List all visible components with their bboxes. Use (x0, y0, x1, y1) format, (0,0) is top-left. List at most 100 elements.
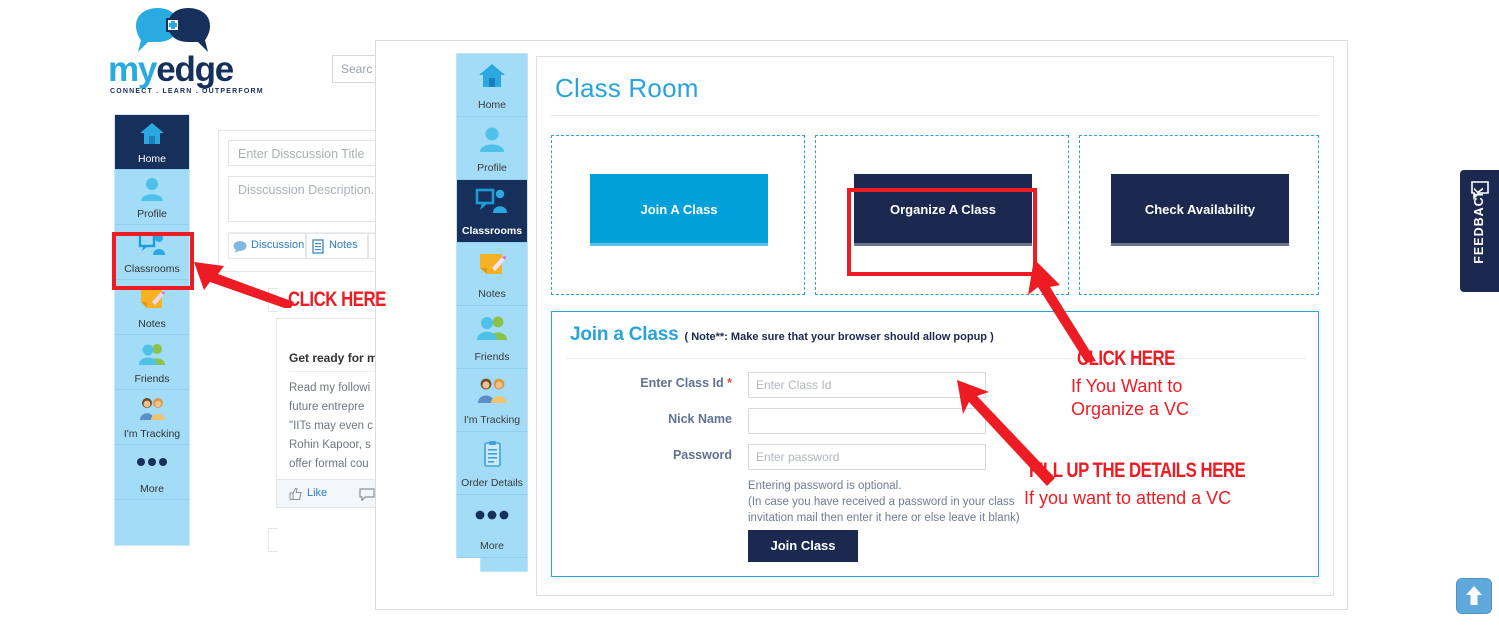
annotation-click-here-classrooms: CLICK HERE (288, 288, 386, 311)
logo-wordmark: myedge (108, 52, 278, 87)
sidebar-item-label: Order Details (461, 477, 523, 489)
class-id-input[interactable]: Enter Class Id (748, 372, 986, 398)
tab-discussion-label: Discussion (251, 239, 305, 251)
form-note: ( Note**: Make sure that your browser sh… (684, 331, 994, 343)
annotation-fill-details-sub: If you want to attend a VC (1024, 488, 1232, 508)
join-a-class-button[interactable]: Join A Class (590, 174, 768, 246)
check-availability-button[interactable]: Check Availability (1111, 174, 1289, 246)
search-placeholder: Searc (341, 62, 373, 76)
sidebar-item-home[interactable]: Home (457, 54, 527, 117)
join-a-class-form: Join a Class ( Note**: Make sure that you… (551, 311, 1319, 577)
scroll-to-top-button[interactable] (1456, 578, 1492, 614)
annotation-organize-line2: Organize a VC (1071, 399, 1190, 419)
highlight-ring-classrooms (112, 232, 194, 290)
clipboard-icon (457, 440, 527, 470)
comment-icon (359, 488, 375, 501)
sidebar-item-label: Home (137, 153, 166, 165)
notes-pencil-icon (457, 251, 527, 281)
notes-pencil-icon (115, 286, 189, 314)
sidebar-item-label: Notes (478, 288, 506, 300)
ellipsis-icon (457, 503, 527, 533)
page-title: Class Room (555, 73, 699, 103)
ellipsis-icon (115, 451, 189, 479)
class-id-label: Enter Class Id * (640, 376, 732, 390)
highlight-ring-organize (847, 188, 1037, 276)
home-icon (115, 121, 189, 149)
sidebar-footer-tab (480, 558, 528, 572)
sidebar-item-order-details[interactable]: Order Details (457, 432, 527, 495)
sidebar-item-label: Home (477, 99, 506, 111)
form-divider (566, 358, 1306, 359)
sidebar-item-more[interactable]: More (457, 495, 527, 558)
classroom-icon (457, 188, 527, 218)
classroom-card: Class Room Join A Class Organize A Class… (536, 56, 1334, 596)
discussion-title-placeholder: Enter Disscussion Title (238, 147, 365, 161)
help-line-2: (In case you have received a password in… (748, 496, 1015, 508)
sidebar-item-profile[interactable]: Profile (457, 117, 527, 180)
sidebar-item-friends[interactable]: Friends (457, 306, 527, 369)
form-heading: Join a Class (570, 324, 679, 345)
field-row-nick-name: Nick Name (552, 408, 1312, 434)
feedback-label: FEEDBACK (1472, 186, 1486, 264)
sidebar-item-classrooms[interactable]: Classrooms (457, 180, 527, 243)
tab-notes[interactable]: Notes (306, 233, 368, 259)
sidebar-item-label: I'm Tracking (463, 414, 521, 426)
sidebar-item-home[interactable]: Home (115, 115, 189, 170)
annotation-click-here-organize: CLICK HERE (1077, 347, 1175, 370)
brand-logo[interactable]: myedge CONNECT . LEARN . OUTPERFORM (108, 6, 278, 102)
arrow-to-classrooms (194, 262, 294, 308)
sidebar-item-label: Friends (134, 373, 170, 385)
sidebar-item-tracking[interactable]: I'm Tracking (457, 369, 527, 432)
tab-notes-label: Notes (329, 239, 358, 251)
field-row-class-id: Enter Class Id * Enter Class Id (552, 372, 1312, 398)
sidebar-item-label: I'm Tracking (123, 428, 181, 440)
required-asterisk: * (727, 376, 732, 390)
classroom-overlay-panel: Home Profile Classrooms Notes Friends I'… (375, 40, 1348, 610)
sidebar-item-more[interactable]: More (115, 445, 189, 500)
password-input[interactable]: Enter password (748, 444, 986, 470)
tracking-people-icon (457, 377, 527, 407)
password-placeholder: Enter password (756, 450, 840, 464)
sidebar-item-profile[interactable]: Profile (115, 170, 189, 225)
sidebar-item-label: Friends (474, 351, 510, 363)
home-icon (457, 62, 527, 92)
form-header: Join a Class ( Note**: Make sure that you… (570, 324, 994, 346)
join-class-submit-button[interactable]: Join Class (748, 530, 858, 562)
sidebar-item-label: Notes (138, 318, 166, 330)
nick-name-input[interactable] (748, 408, 986, 434)
logo-word-my: my (108, 50, 157, 89)
tracking-people-icon (115, 396, 189, 424)
screenshot-root: myedge CONNECT . LEARN . OUTPERFORM Sear… (0, 0, 1499, 629)
post-connector-bottom (268, 528, 278, 552)
user-icon (457, 125, 527, 155)
friends-icon (115, 341, 189, 369)
sidebar-item-label: More (140, 483, 164, 495)
arrow-up-icon (1466, 586, 1482, 605)
action-card-join: Join A Class (551, 135, 805, 295)
class-id-placeholder: Enter Class Id (756, 378, 832, 392)
feedback-tab[interactable]: FEEDBACK (1460, 170, 1499, 292)
sidebar-item-label: Profile (477, 162, 507, 174)
post-title: Get ready for m (289, 351, 378, 365)
logo-word-edge: edge (156, 50, 234, 89)
password-label: Password (672, 448, 732, 462)
sidebar-item-notes[interactable]: Notes (457, 243, 527, 306)
friends-icon (457, 314, 527, 344)
background-sidebar: Home Profile Classrooms Notes Friends I'… (114, 114, 190, 546)
logo-tagline: CONNECT . LEARN . OUTPERFORM (110, 88, 264, 95)
nick-name-label: Nick Name (668, 412, 732, 426)
sidebar-item-label: Classrooms (461, 225, 523, 237)
annotation-fill-details: FILL UP THE DETAILS HERE (1029, 459, 1246, 482)
user-icon (115, 176, 189, 204)
thumbs-up-icon (289, 487, 302, 501)
discussion-description-placeholder: Disscussion Description... (238, 183, 382, 197)
sidebar-item-friends[interactable]: Friends (115, 335, 189, 390)
sidebar-item-tracking[interactable]: I'm Tracking (115, 390, 189, 445)
sidebar-item-label: More (480, 540, 504, 552)
tab-discussion[interactable]: Discussion (228, 233, 306, 259)
post-like-button[interactable]: Like (307, 487, 327, 499)
title-divider (551, 115, 1319, 116)
help-line-3: invitation mail then enter it here or el… (748, 512, 1020, 524)
sidebar-item-label: Profile (137, 208, 167, 220)
annotation-organize-line1: If You Want to (1071, 376, 1183, 396)
